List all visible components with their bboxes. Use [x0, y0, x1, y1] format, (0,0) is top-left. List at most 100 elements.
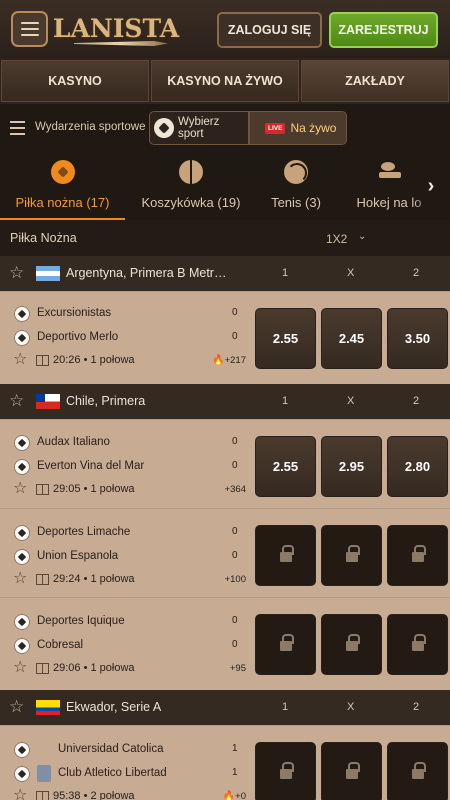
favorite-star-icon[interactable]: ☆: [13, 570, 27, 588]
pitch-icon[interactable]: [36, 791, 49, 800]
pitch-icon[interactable]: [36, 355, 49, 366]
league-header: ☆ Chile, Primera 1 X 2: [0, 384, 450, 419]
league-name[interactable]: Argentyna, Primera B Metr…: [66, 266, 226, 280]
away-team-name: Deportivo Merlo: [37, 331, 119, 343]
tab-tennis[interactable]: Tenis (3): [260, 152, 332, 220]
team-crest-icon: [37, 765, 51, 782]
basketball-icon: [179, 160, 203, 184]
pick-sport-label: Wybierz sport: [177, 116, 220, 140]
odds-header-home: 1: [282, 267, 289, 279]
live-label: Na żywo: [290, 121, 337, 135]
favorite-star-icon[interactable]: ☆: [13, 659, 27, 677]
sports-events-label[interactable]: Wydarzenia sportowe: [35, 121, 145, 133]
match-time: 20:26 • 1 połowa: [53, 354, 135, 366]
lock-icon: [345, 634, 360, 653]
more-markets[interactable]: +100: [225, 574, 246, 585]
more-markets-count: +217: [224, 355, 246, 366]
odd-button-away[interactable]: 2.80: [387, 436, 448, 497]
odd-button-home[interactable]: 2.55: [255, 436, 316, 497]
favorite-star-icon[interactable]: ☆: [9, 263, 24, 283]
odd-button-draw[interactable]: 2.95: [321, 436, 382, 497]
home-team: Deportes Iquique 0: [0, 612, 250, 632]
favorite-star-icon[interactable]: ☆: [9, 697, 24, 717]
hamburger-icon-line: [20, 28, 39, 30]
away-team: Deportivo Merlo 0: [0, 328, 250, 348]
home-team-name: Audax Italiano: [37, 436, 110, 448]
away-team: Club Atletico Libertad 1: [0, 764, 250, 784]
away-team-name: Club Atletico Libertad: [58, 767, 167, 779]
tab-basketball[interactable]: Koszykówka (19): [130, 152, 252, 220]
tab-tennis-label: Tenis (3): [271, 195, 321, 210]
match-time: 95:38 • 2 połowa: [53, 790, 135, 800]
logo[interactable]: LANISTA: [53, 8, 179, 48]
more-markets[interactable]: 🔥+217: [212, 355, 246, 366]
odds-header-draw: X: [347, 701, 355, 713]
chevron-down-icon[interactable]: ⌄: [358, 231, 366, 242]
tab-football[interactable]: Piłka nożna (17): [0, 152, 125, 220]
football-icon: [14, 549, 30, 565]
match-info: ☆ 29:24 • 1 połowa +100: [0, 570, 250, 590]
match-row[interactable]: Audax Italiano 0 Everton Vina del Mar 0 …: [0, 419, 450, 508]
favorite-star-icon[interactable]: ☆: [13, 351, 27, 369]
odd-button-home[interactable]: 2.55: [255, 308, 316, 369]
menu-button[interactable]: [11, 11, 48, 47]
home-team-name: Universidad Catolica: [58, 743, 164, 755]
hamburger-icon: [20, 22, 39, 24]
tab-bets[interactable]: ZAKŁADY: [301, 60, 449, 102]
home-team: Excursionistas 0: [0, 304, 250, 324]
away-team-name: Union Espanola: [37, 550, 119, 562]
pitch-icon[interactable]: [36, 484, 49, 495]
favorite-star-icon[interactable]: ☆: [13, 787, 27, 800]
lock-icon: [279, 762, 294, 781]
tab-casino[interactable]: KASYNO: [1, 60, 149, 102]
scroll-right-button[interactable]: ›: [412, 152, 450, 220]
odds-header-draw: X: [347, 395, 355, 407]
login-button[interactable]: ZALOGUJ SIĘ: [217, 12, 322, 48]
more-markets[interactable]: +364: [225, 484, 246, 495]
odd-button-away-locked: [387, 525, 448, 586]
football-icon: [14, 766, 30, 782]
more-markets[interactable]: 🔥+0: [223, 791, 246, 800]
logo-text: LANISTA: [52, 13, 180, 43]
league-name[interactable]: Ekwador, Serie A: [66, 700, 161, 714]
home-score: 1: [232, 743, 238, 754]
match-time: 29:24 • 1 połowa: [53, 573, 135, 585]
away-score: 0: [232, 639, 238, 650]
odd-button-home-locked: [255, 525, 316, 586]
away-team: Union Espanola 0: [0, 547, 250, 567]
more-markets[interactable]: +95: [230, 663, 246, 674]
favorite-star-icon[interactable]: ☆: [9, 391, 24, 411]
tab-live-casino[interactable]: KASYNO NA ŻYWO: [151, 60, 299, 102]
lock-icon: [345, 545, 360, 564]
away-team: Cobresal 0: [0, 636, 250, 656]
match-info: ☆ 29:05 • 1 połowa +364: [0, 480, 250, 500]
sport-toolbar: Wydarzenia sportowe Wybierz sport LIVE N…: [0, 104, 450, 152]
home-team: Deportes Limache 0: [0, 523, 250, 543]
lock-icon: [345, 762, 360, 781]
odd-button-draw[interactable]: 2.45: [321, 308, 382, 369]
match-row[interactable]: Deportes Iquique 0 Cobresal 0 ☆ 29:06 • …: [0, 597, 450, 690]
list-menu-icon[interactable]: [10, 121, 25, 135]
register-button[interactable]: ZAREJESTRUJ: [329, 12, 438, 48]
league-name[interactable]: Chile, Primera: [66, 394, 145, 408]
match-row[interactable]: Excursionistas 0 Deportivo Merlo 0 ☆ 20:…: [0, 291, 450, 384]
market-selector[interactable]: 1X2: [326, 232, 347, 246]
tennis-icon: [284, 160, 308, 184]
pick-sport-button[interactable]: Wybierz sport: [149, 111, 249, 145]
pitch-icon[interactable]: [36, 663, 49, 674]
match-info: ☆ 20:26 • 1 połowa 🔥+217: [0, 351, 250, 371]
odds-header-home: 1: [282, 395, 289, 407]
favorite-star-icon[interactable]: ☆: [13, 480, 27, 498]
live-button[interactable]: LIVE Na żywo: [249, 111, 347, 145]
match-row[interactable]: Universidad Catolica 1 Club Atletico Lib…: [0, 725, 450, 800]
away-team-name: Cobresal: [37, 639, 84, 651]
tab-football-label: Piłka nożna (17): [15, 195, 110, 210]
chile-flag-icon: [36, 394, 60, 409]
football-icon: [14, 306, 30, 322]
football-icon: [14, 435, 30, 451]
odd-button-away[interactable]: 3.50: [387, 308, 448, 369]
pitch-icon[interactable]: [36, 574, 49, 585]
lock-icon: [411, 762, 426, 781]
odd-button-home-locked: [255, 742, 316, 800]
match-row[interactable]: Deportes Limache 0 Union Espanola 0 ☆ 29…: [0, 508, 450, 597]
